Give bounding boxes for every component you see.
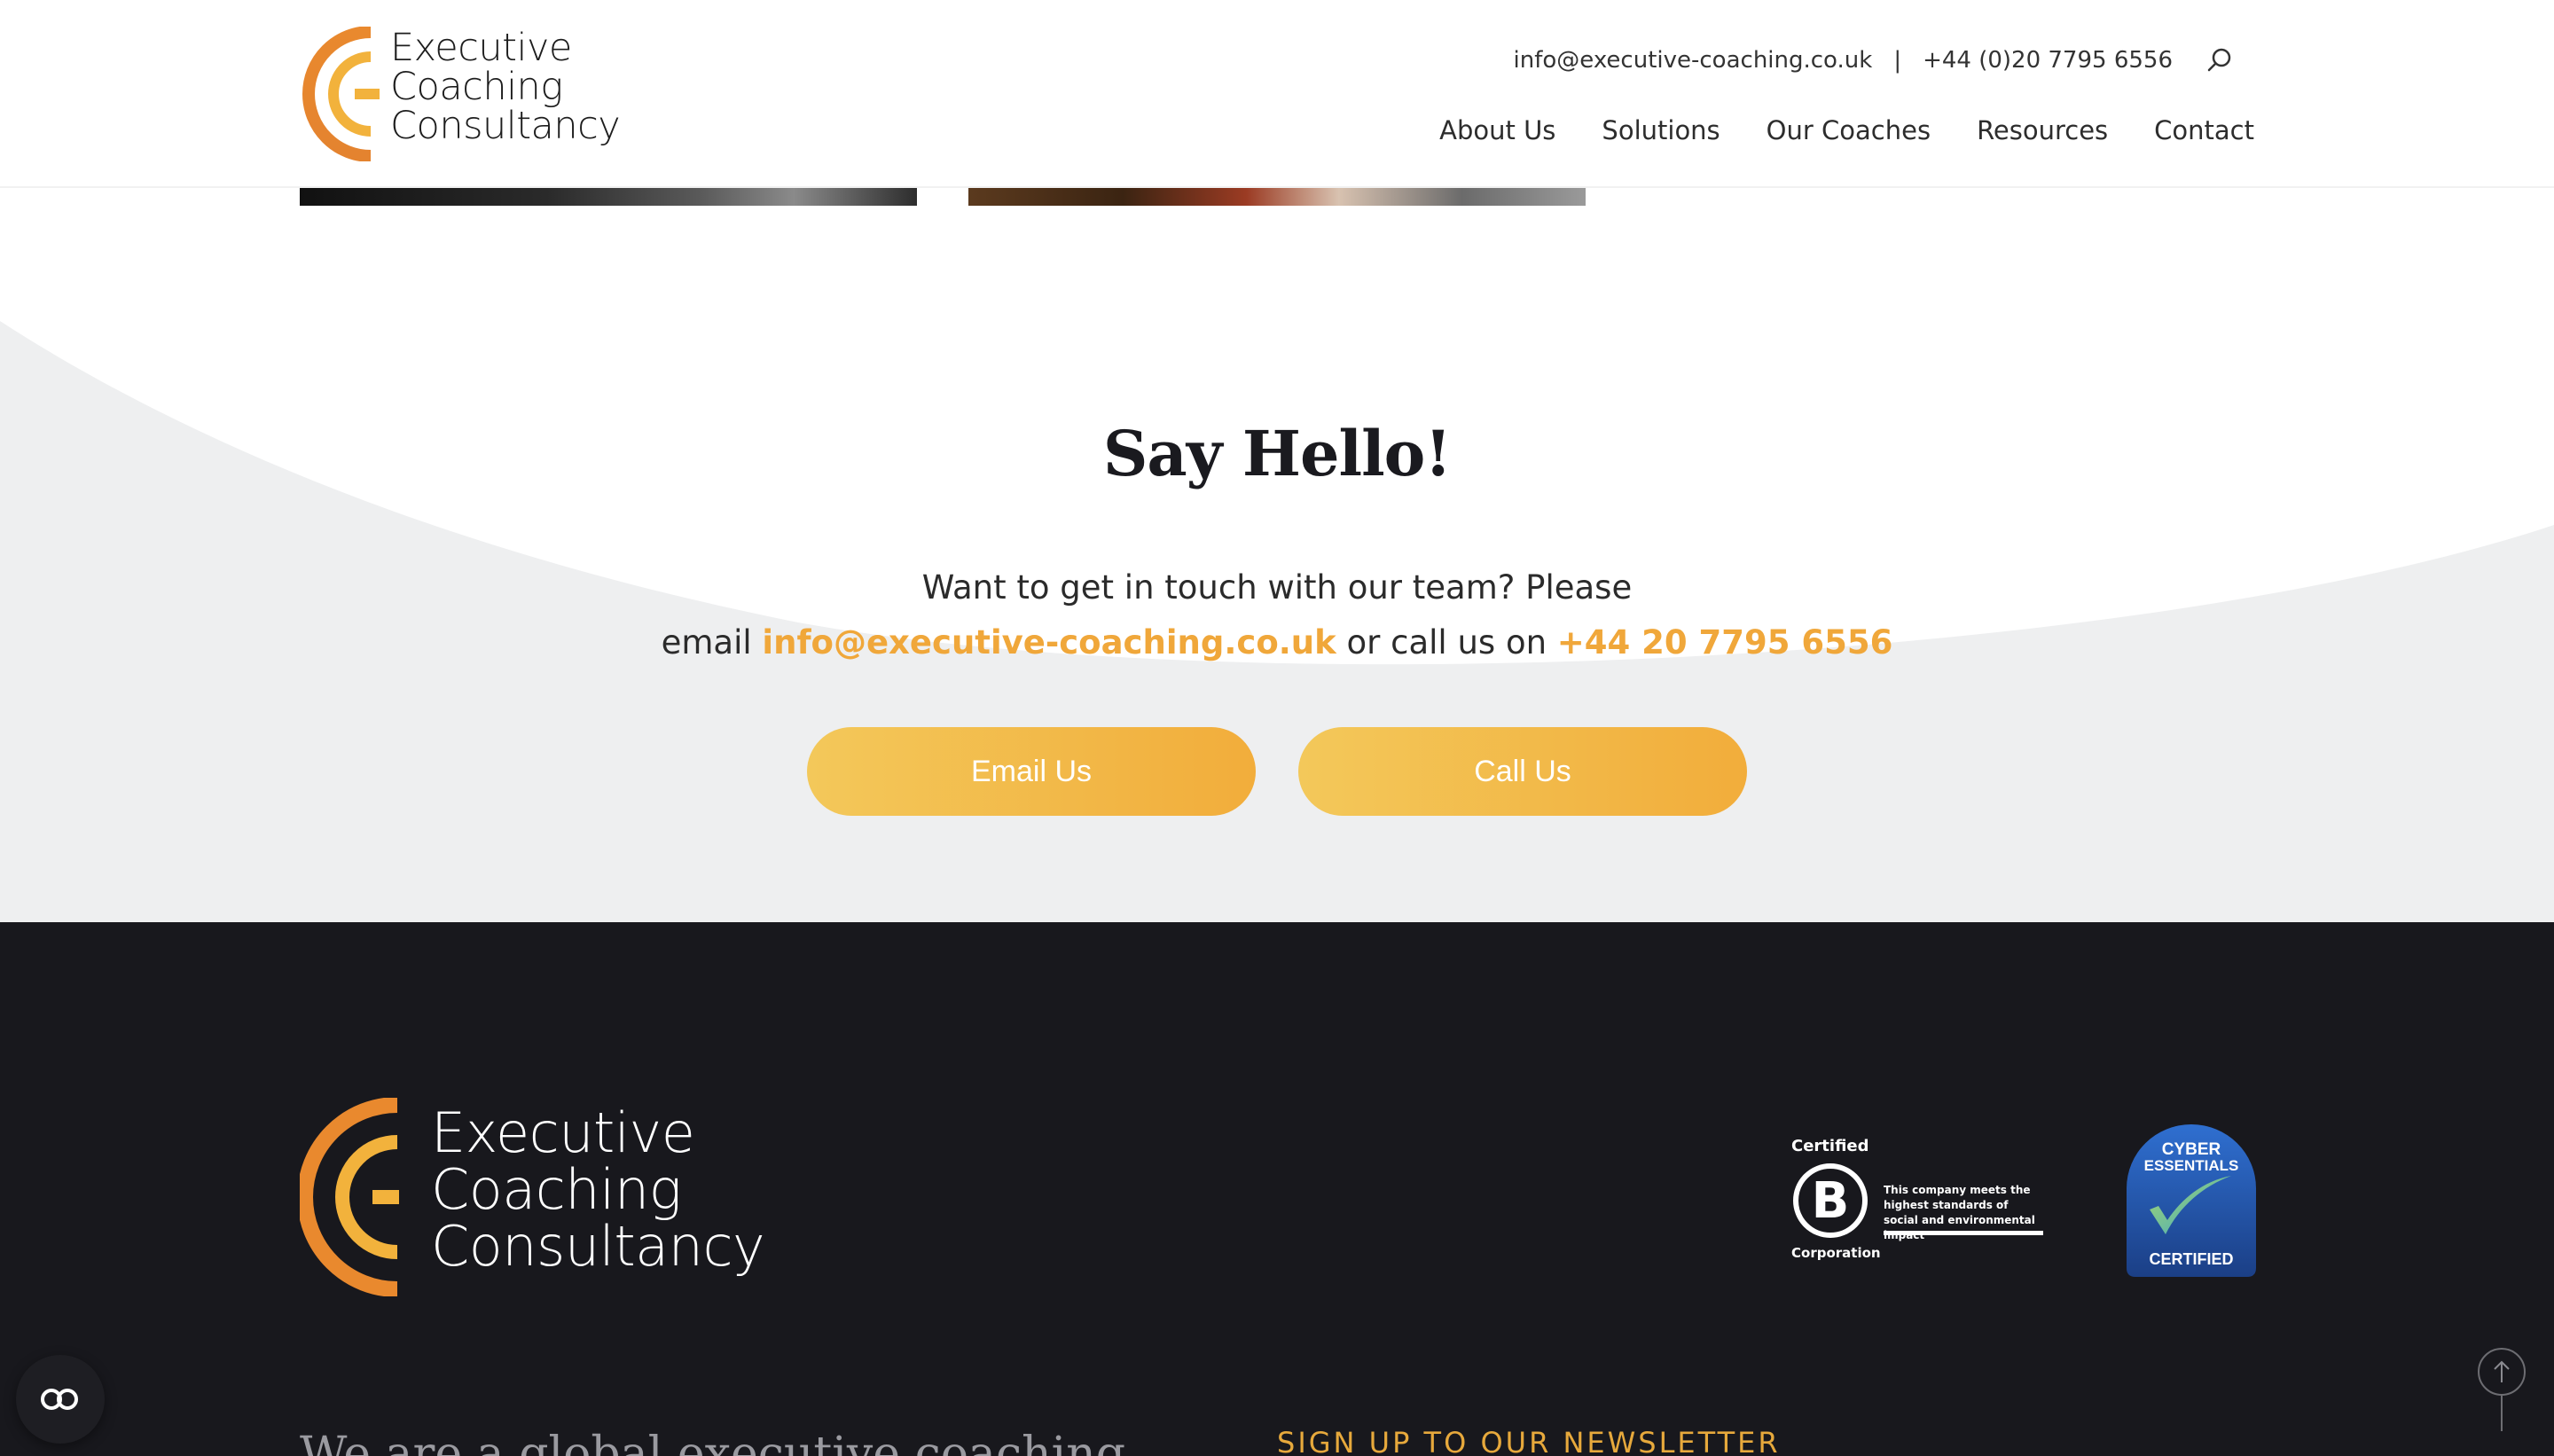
nav-item-resources[interactable]: Resources — [1977, 115, 2108, 145]
footer-logo[interactable]: Executive Coaching Consultancy — [300, 1098, 765, 1296]
site-footer: Executive Coaching Consultancy Certified… — [0, 922, 2554, 1456]
bcorp-corporation-label: Corporation — [1791, 1245, 1881, 1261]
back-to-top-button[interactable] — [2478, 1348, 2526, 1396]
site-logo[interactable]: Executive Coaching Consultancy — [300, 25, 621, 163]
message-text: email — [661, 623, 763, 661]
say-hello-section: Say Hello! Want to get in touch with our… — [0, 206, 2554, 922]
call-us-button[interactable]: Call Us — [1298, 727, 1747, 816]
top-contact-bar: info@executive-coaching.co.uk | +44 (0)2… — [1514, 44, 2233, 76]
contact-message: Want to get in touch with our team? Plea… — [0, 560, 2554, 670]
cyber-essentials-badge[interactable]: CYBER ESSENTIALS CERTIFIED — [2127, 1124, 2256, 1277]
bcorp-certified-label: Certified — [1791, 1137, 1869, 1155]
page: Executive Coaching Consultancy info@exec… — [0, 0, 2554, 1456]
email-us-button[interactable]: Email Us — [807, 727, 1256, 816]
back-to-top-stem — [2501, 1396, 2503, 1431]
footer-tagline: We are a global executive coaching — [300, 1428, 1126, 1456]
newsletter-heading: SIGN UP TO OUR NEWSLETTER — [1277, 1426, 1781, 1456]
article-image-strip[interactable] — [300, 188, 917, 206]
nav-item-contact[interactable]: Contact — [2154, 115, 2254, 145]
main-nav: About Us Solutions Our Coaches Resources… — [1393, 115, 2254, 145]
contact-separator: | — [1893, 47, 1902, 74]
logo-mark-icon — [302, 27, 380, 161]
logo-line: Executive — [390, 26, 572, 70]
logo-line: Coaching — [390, 65, 563, 109]
article-image-strip[interactable] — [968, 188, 1586, 206]
cookie-settings-icon — [41, 1389, 78, 1410]
cyber-essentials-shield-icon: CYBER ESSENTIALS CERTIFIED — [2127, 1124, 2256, 1277]
footer-logo-wordmark: Executive Coaching Consultancy — [431, 1100, 765, 1279]
logo-mark-icon — [300, 1098, 399, 1296]
nav-item-our-coaches[interactable]: Our Coaches — [1767, 115, 1931, 145]
logo-line: Executive — [431, 1100, 695, 1165]
bcorp-b-icon: B — [1793, 1163, 1868, 1238]
message-line: email info@executive-coaching.co.uk or c… — [0, 615, 2554, 670]
logo-line: Consultancy — [390, 104, 621, 148]
cookie-settings-button[interactable] — [16, 1355, 105, 1444]
arrow-up-icon — [2494, 1360, 2510, 1382]
message-text: or call us on — [1336, 623, 1557, 661]
cyber-line1: CYBER — [2162, 1140, 2221, 1159]
site-header: Executive Coaching Consultancy info@exec… — [0, 0, 2554, 188]
cyber-certified: CERTIFIED — [2149, 1250, 2233, 1268]
nav-item-about-us[interactable]: About Us — [1439, 115, 1555, 145]
bcorp-underline — [1884, 1231, 2043, 1235]
logo-line: Coaching — [431, 1157, 682, 1222]
section-title: Say Hello! — [1102, 417, 1452, 490]
header-phone-link[interactable]: +44 (0)20 7795 6556 — [1923, 47, 2173, 74]
logo-line: Consultancy — [431, 1214, 765, 1279]
message-line: Want to get in touch with our team? Plea… — [921, 568, 1633, 607]
search-icon[interactable] — [2206, 47, 2233, 74]
logo-wordmark: Executive Coaching Consultancy — [390, 26, 621, 148]
header-email-link[interactable]: info@executive-coaching.co.uk — [1514, 47, 1873, 74]
bcorp-badge[interactable]: Certified B Corporation This company mee… — [1791, 1137, 2043, 1268]
cyber-line2: ESSENTIALS — [2144, 1157, 2239, 1174]
phone-link[interactable]: +44 20 7795 6556 — [1557, 623, 1893, 661]
email-link[interactable]: info@executive-coaching.co.uk — [762, 623, 1336, 661]
nav-item-solutions[interactable]: Solutions — [1602, 115, 1720, 145]
